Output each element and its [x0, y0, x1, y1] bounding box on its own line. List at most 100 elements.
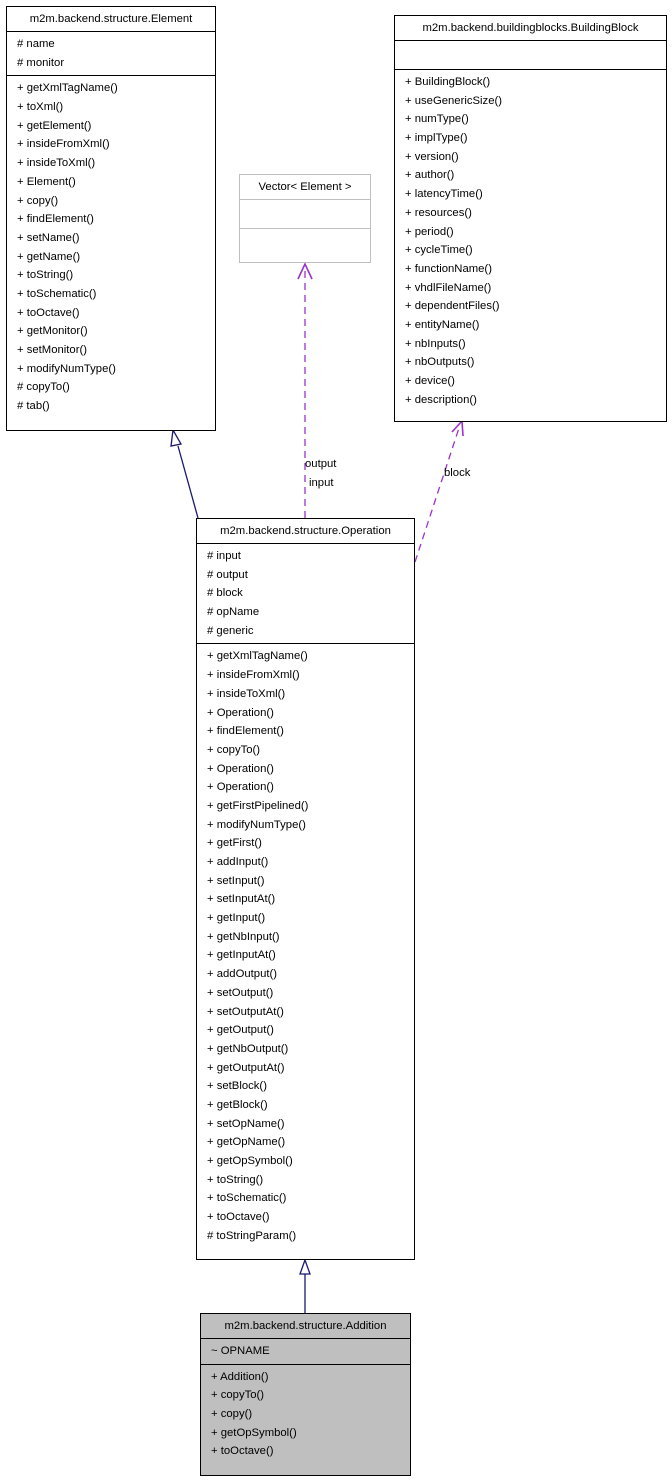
class-attribute: # opName	[207, 606, 260, 619]
class-operation[interactable]: m2m.backend.structure.Operation # input #…	[196, 518, 415, 1260]
class-method: + insideFromXml()	[17, 138, 110, 151]
class-method: + cycleTime()	[405, 244, 473, 257]
class-method: + getNbInput()	[207, 930, 280, 943]
class-method: + implType()	[405, 132, 468, 145]
edge-label-output: output	[305, 458, 337, 470]
class-method: + modifyNumType()	[207, 818, 306, 831]
class-method: + addOutput()	[207, 968, 278, 981]
class-method: + getFirst()	[207, 837, 262, 850]
class-method: + Operation()	[207, 781, 274, 794]
class-method: + addInput()	[207, 856, 269, 868]
class-method: + toOctave()	[17, 306, 80, 319]
attributes-section: # name # monitor	[7, 31, 215, 75]
inheritance-arrowhead-icon	[299, 1258, 311, 1275]
class-method: + setBlock()	[207, 1080, 267, 1093]
class-vector-element[interactable]: Vector< Element >	[239, 174, 371, 263]
class-method: + setOutput()	[207, 986, 274, 999]
class-method: + getName()	[17, 250, 81, 263]
class-name: m2m.backend.buildingblocks.BuildingBlock	[422, 22, 639, 34]
methods-section: + getXmlTagName() + insideFromXml() + insi…	[197, 643, 414, 1248]
class-name: m2m.backend.structure.Element	[29, 13, 193, 25]
class-method: + findElement()	[17, 213, 94, 226]
class-method: + setInput()	[207, 874, 265, 887]
attributes-section: ~ OPNAME	[201, 1338, 410, 1364]
class-method: # toStringParam()	[207, 1229, 297, 1242]
class-method: + device()	[405, 375, 455, 387]
class-attribute: # monitor	[17, 56, 65, 69]
class-method: + getOutputAt()	[207, 1061, 285, 1074]
class-attribute: # name	[17, 38, 55, 50]
class-method: + setOpName()	[207, 1117, 285, 1130]
class-method: + insideToXml()	[207, 687, 286, 700]
class-method: + Addition()	[211, 1370, 269, 1383]
class-method: + toSchematic()	[207, 1192, 287, 1205]
class-method: + findElement()	[207, 725, 284, 738]
methods-section: + BuildingBlock() + useGenericSize() + num…	[395, 69, 666, 412]
class-method: + nbInputs()	[405, 337, 466, 350]
class-method: + getBlock()	[207, 1098, 268, 1111]
class-method: + useGenericSize()	[405, 94, 503, 107]
class-method: + getInputAt()	[207, 949, 276, 962]
class-method: + Operation()	[207, 706, 274, 719]
attributes-section	[240, 199, 370, 228]
class-method: + resources()	[405, 206, 472, 219]
class-method: + copyTo()	[211, 1389, 265, 1402]
class-building-block[interactable]: m2m.backend.buildingblocks.BuildingBlock…	[394, 15, 667, 422]
class-method: + getOpSymbol()	[211, 1426, 297, 1439]
inheritance-edge-addition-operation	[299, 1258, 311, 1313]
class-method: + getNbOutput()	[207, 1042, 289, 1055]
class-method: + BuildingBlock()	[405, 76, 491, 88]
class-method: + toSchematic()	[17, 287, 97, 300]
class-name: m2m.backend.structure.Addition	[224, 1320, 387, 1332]
class-method: + getXmlTagName()	[17, 82, 118, 95]
class-attribute: # output	[207, 568, 248, 581]
class-method: + copyTo()	[207, 743, 261, 756]
class-method: + getXmlTagName()	[207, 650, 308, 663]
class-method: + toOctave()	[211, 1445, 274, 1458]
class-name: m2m.backend.structure.Operation	[220, 525, 391, 537]
class-method: + author()	[405, 169, 455, 182]
class-name: Vector< Element >	[258, 181, 352, 193]
class-addition[interactable]: m2m.backend.structure.Addition ~ OPNAME …	[200, 1313, 411, 1476]
edge-label-block: block	[444, 467, 471, 479]
class-method: + getFirstPipelined()	[207, 799, 309, 812]
class-method: + toOctave()	[207, 1211, 270, 1224]
class-method: + insideFromXml()	[207, 669, 300, 682]
class-element[interactable]: m2m.backend.structure.Element # name # mo…	[6, 6, 216, 431]
class-method: # copyTo()	[17, 381, 70, 394]
class-method: + modifyNumType()	[17, 362, 116, 375]
methods-section	[240, 228, 370, 257]
class-attribute: # block	[207, 587, 243, 600]
class-method: + insideToXml()	[17, 157, 96, 170]
methods-section: + getXmlTagName() + toXml() + getElement()…	[7, 75, 215, 418]
class-attribute: # generic	[207, 624, 254, 637]
class-method: + copy()	[17, 194, 59, 207]
attributes-section: # input # output # block # opName # generic	[197, 543, 414, 643]
attributes-section	[395, 40, 666, 69]
class-method: + getElement()	[17, 119, 92, 132]
class-method: + period()	[405, 225, 454, 238]
class-method: + getOpSymbol()	[207, 1155, 293, 1167]
class-method: + nbOutputs()	[405, 356, 475, 369]
class-method: + Element()	[17, 175, 76, 188]
class-attribute: # input	[207, 550, 241, 562]
class-method: + Operation()	[207, 762, 274, 775]
class-method: + entityName()	[405, 318, 480, 331]
class-method: + functionName()	[405, 262, 492, 275]
class-method: + vhdlFileName()	[405, 281, 492, 294]
class-method: + latencyTime()	[405, 188, 483, 201]
class-method: + setInputAt()	[207, 893, 276, 906]
class-method: + dependentFiles()	[405, 300, 500, 313]
usage-edge-operation-buildingblock	[414, 419, 464, 563]
class-method: + setMonitor()	[17, 344, 87, 356]
class-method: + getOpName()	[207, 1136, 286, 1149]
class-method: + copy()	[211, 1408, 253, 1421]
class-method: + numType()	[405, 113, 469, 126]
methods-section: + Addition() + copyTo() + copy() + getOpSym…	[201, 1363, 410, 1464]
class-method: + getOutput()	[207, 1024, 274, 1037]
class-method: + setName()	[17, 231, 80, 244]
class-method: + setOutputAt()	[207, 1005, 284, 1018]
class-method: + version()	[405, 150, 459, 163]
class-method: + getMonitor()	[17, 325, 88, 338]
inheritance-edge-operation-element	[170, 427, 199, 519]
